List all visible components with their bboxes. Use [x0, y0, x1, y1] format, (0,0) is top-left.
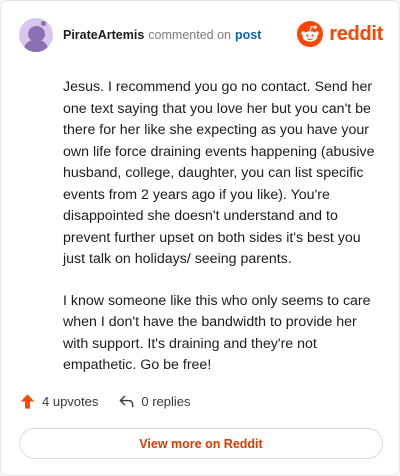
- snoo-avatar-icon[interactable]: [19, 18, 53, 52]
- upvote-button[interactable]: 4 upvotes: [19, 393, 98, 410]
- reddit-wordmark: reddit: [329, 22, 383, 45]
- upvote-arrow-icon: [20, 394, 35, 409]
- reply-button[interactable]: 0 replies: [118, 393, 191, 410]
- reddit-logo-icon: [297, 21, 324, 47]
- post-link[interactable]: post: [235, 28, 261, 42]
- comment-header: PirateArtemis commented on post reddit: [19, 17, 383, 53]
- comment-actions: 4 upvotes 0 replies: [19, 393, 191, 410]
- comment-paragraph: I know someone like this who only seems …: [63, 292, 371, 374]
- upvote-count: 4 upvotes: [42, 394, 99, 409]
- username-link[interactable]: PirateArtemis: [63, 28, 144, 42]
- action-text: commented on: [148, 28, 231, 42]
- reply-count: 0 replies: [141, 394, 191, 409]
- reply-arrow-icon: [120, 395, 134, 408]
- comment-embed-card: PirateArtemis commented on post reddit J…: [0, 0, 400, 476]
- comment-meta: PirateArtemis commented on post: [63, 28, 261, 42]
- comment-body: Jesus. I recommend you go no contact. Se…: [63, 77, 385, 397]
- comment-paragraph: Jesus. I recommend you go no contact. Se…: [63, 79, 375, 267]
- view-more-button[interactable]: View more on Reddit: [19, 428, 383, 459]
- reddit-brand[interactable]: reddit: [297, 21, 383, 47]
